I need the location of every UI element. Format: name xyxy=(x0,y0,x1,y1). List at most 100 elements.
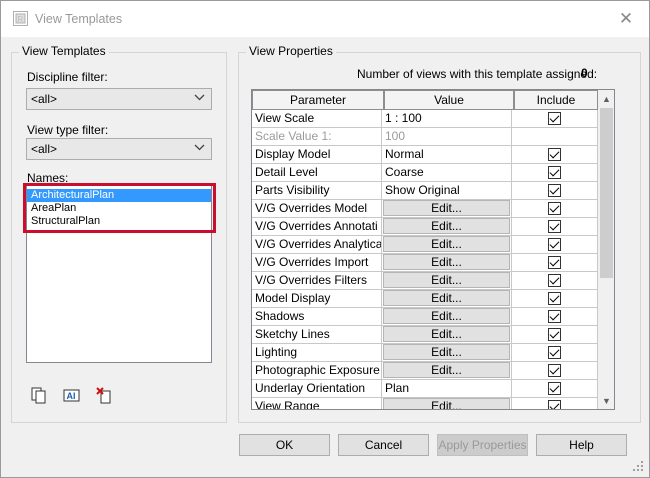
table-row: Sketchy Lines Edit... xyxy=(252,326,598,344)
parameter-cell: Detail Level xyxy=(252,164,382,182)
include-checkbox[interactable] xyxy=(548,274,561,287)
grid-rows: View Scale 1 : 100 Scale Value 1: 100 Displa… xyxy=(252,110,598,409)
title-bar: R View Templates ✕ xyxy=(1,1,649,37)
edit-button[interactable]: Edit... xyxy=(383,362,510,378)
parameter-cell: Sketchy Lines xyxy=(252,326,382,344)
include-cell xyxy=(512,128,598,146)
delete-icon[interactable] xyxy=(95,386,115,406)
scroll-thumb[interactable] xyxy=(600,108,613,278)
include-checkbox[interactable] xyxy=(548,310,561,323)
value-cell[interactable]: Plan xyxy=(382,380,512,398)
apply-properties-button[interactable]: Apply Properties xyxy=(437,434,528,456)
include-cell xyxy=(512,110,598,128)
discipline-filter-select[interactable]: <all> xyxy=(26,88,212,110)
value-cell: Edit... xyxy=(382,236,512,254)
table-row: Detail Level Coarse xyxy=(252,164,598,182)
value-cell: Edit... xyxy=(382,272,512,290)
chevron-down-icon xyxy=(194,144,205,151)
table-row: Scale Value 1: 100 xyxy=(252,128,598,146)
edit-button[interactable]: Edit... xyxy=(383,344,510,360)
include-cell xyxy=(512,398,598,409)
include-checkbox[interactable] xyxy=(548,328,561,341)
rename-icon[interactable]: AI xyxy=(62,386,82,406)
table-row: V/G Overrides Annotati Edit... xyxy=(252,218,598,236)
value-cell: Edit... xyxy=(382,290,512,308)
value-cell[interactable]: Coarse xyxy=(382,164,512,182)
close-button[interactable]: ✕ xyxy=(611,5,641,33)
include-cell xyxy=(512,254,598,272)
edit-button[interactable]: Edit... xyxy=(383,236,510,252)
include-checkbox[interactable] xyxy=(548,346,561,359)
value-cell: Edit... xyxy=(382,254,512,272)
value-cell[interactable]: Show Original xyxy=(382,182,512,200)
include-checkbox[interactable] xyxy=(548,220,561,233)
table-row: View Range Edit... xyxy=(252,398,598,409)
include-checkbox[interactable] xyxy=(548,112,561,125)
value-cell[interactable]: 1 : 100 xyxy=(382,110,512,128)
include-checkbox[interactable] xyxy=(548,256,561,269)
value-cell: Edit... xyxy=(382,344,512,362)
edit-button[interactable]: Edit... xyxy=(383,254,510,270)
svg-text:AI: AI xyxy=(67,391,76,401)
duplicate-icon[interactable] xyxy=(29,386,49,406)
view-templates-group-title: View Templates xyxy=(19,44,109,58)
value-cell: Edit... xyxy=(382,326,512,344)
include-checkbox[interactable] xyxy=(548,202,561,215)
edit-button[interactable]: Edit... xyxy=(383,308,510,324)
include-checkbox[interactable] xyxy=(548,166,561,179)
include-checkbox[interactable] xyxy=(548,382,561,395)
scroll-up-icon[interactable]: ▲ xyxy=(598,90,614,107)
table-row: V/G Overrides Import Edit... xyxy=(252,254,598,272)
include-checkbox[interactable] xyxy=(548,292,561,305)
include-checkbox[interactable] xyxy=(548,184,561,197)
view-properties-group-title: View Properties xyxy=(246,44,336,58)
edit-button[interactable]: Edit... xyxy=(383,218,510,234)
edit-button[interactable]: Edit... xyxy=(383,326,510,342)
include-checkbox[interactable] xyxy=(548,148,561,161)
parameter-cell: V/G Overrides Model xyxy=(252,200,382,218)
edit-button[interactable]: Edit... xyxy=(383,272,510,288)
view-type-filter-select[interactable]: <all> xyxy=(26,138,212,160)
parameter-cell: View Range xyxy=(252,398,382,409)
edit-button[interactable]: Edit... xyxy=(383,398,510,409)
table-row: Model Display Edit... xyxy=(252,290,598,308)
vertical-scrollbar[interactable]: ▲ ▼ xyxy=(598,90,614,409)
help-button[interactable]: Help xyxy=(536,434,627,456)
value-cell[interactable]: Normal xyxy=(382,146,512,164)
scroll-down-icon[interactable]: ▼ xyxy=(598,392,614,409)
include-cell xyxy=(512,290,598,308)
views-count-value: 0 xyxy=(581,66,588,80)
table-row: View Scale 1 : 100 xyxy=(252,110,598,128)
include-cell xyxy=(512,146,598,164)
include-checkbox[interactable] xyxy=(548,238,561,251)
column-header-value[interactable]: Value xyxy=(384,90,514,110)
view-type-filter-label: View type filter: xyxy=(27,123,109,137)
parameter-cell: V/G Overrides Filters xyxy=(252,272,382,290)
edit-button[interactable]: Edit... xyxy=(383,290,510,306)
include-cell xyxy=(512,308,598,326)
ok-button[interactable]: OK xyxy=(239,434,330,456)
column-header-parameter[interactable]: Parameter xyxy=(252,90,384,110)
window-title: View Templates xyxy=(35,12,123,26)
parameter-cell: Model Display xyxy=(252,290,382,308)
parameter-cell: V/G Overrides Annotati xyxy=(252,218,382,236)
views-count-label: Number of views with this template assig… xyxy=(357,67,598,81)
include-cell xyxy=(512,164,598,182)
include-checkbox[interactable] xyxy=(548,364,561,377)
include-checkbox[interactable] xyxy=(548,400,561,409)
include-cell xyxy=(512,200,598,218)
resize-grip-icon[interactable] xyxy=(631,459,645,473)
discipline-filter-label: Discipline filter: xyxy=(27,70,108,84)
view-properties-grid: Parameter Value Include View Scale 1 : 10… xyxy=(251,89,615,410)
include-cell xyxy=(512,236,598,254)
grid-header: Parameter Value Include xyxy=(252,90,598,110)
view-type-filter-value: <all> xyxy=(31,142,58,156)
edit-button[interactable]: Edit... xyxy=(383,200,510,216)
table-row: Photographic Exposure Edit... xyxy=(252,362,598,380)
value-cell: Edit... xyxy=(382,362,512,380)
column-header-include[interactable]: Include xyxy=(514,90,598,110)
discipline-filter-value: <all> xyxy=(31,92,58,106)
view-templates-dialog: R View Templates ✕ View Templates Discip… xyxy=(0,0,650,478)
cancel-button[interactable]: Cancel xyxy=(338,434,429,456)
value-cell: Edit... xyxy=(382,398,512,409)
